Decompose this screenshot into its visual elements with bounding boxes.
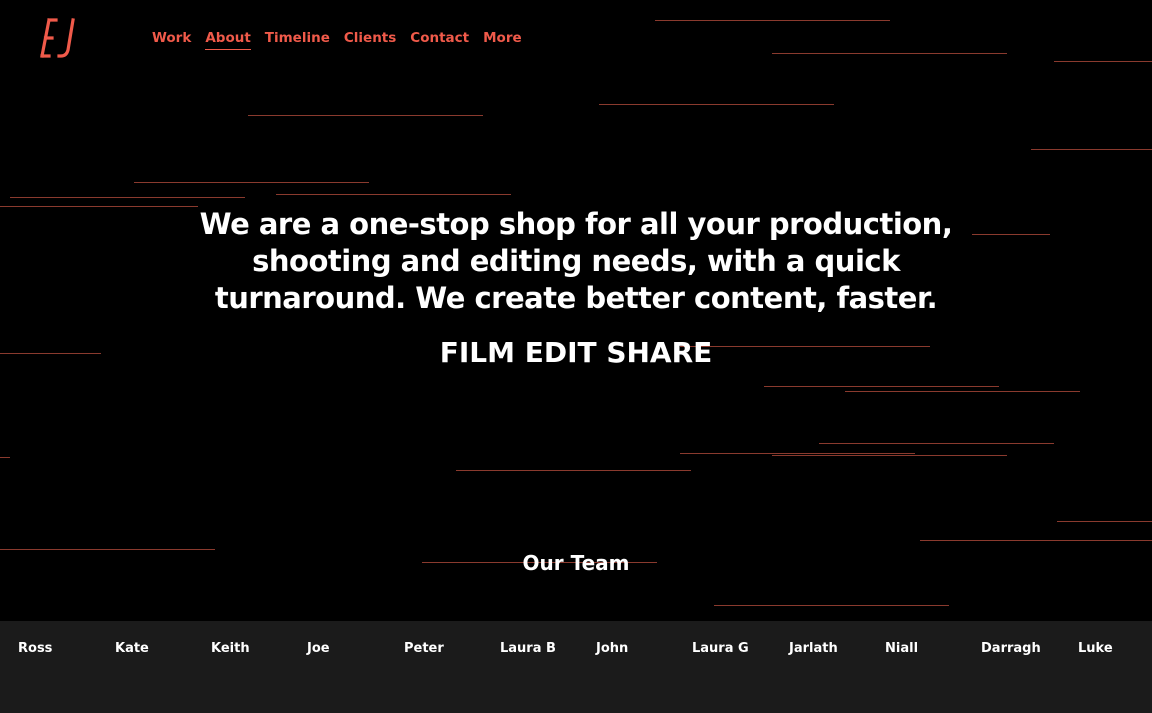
team-member-ross[interactable]: Ross — [18, 641, 52, 656]
team-member-laura-g[interactable]: Laura G — [692, 641, 749, 656]
nav-more[interactable]: More — [483, 30, 522, 50]
tagline: FILM EDIT SHARE — [439, 336, 713, 369]
team-member-niall[interactable]: Niall — [885, 641, 918, 656]
svg-text:EJ: EJ — [37, 14, 39, 15]
hero-statement: We are a one-stop shop for all your prod… — [199, 207, 953, 315]
team-member-joe[interactable]: Joe — [307, 641, 330, 656]
nav-about[interactable]: About — [205, 30, 251, 50]
team-member-peter[interactable]: Peter — [404, 641, 444, 656]
nav-timeline[interactable]: Timeline — [265, 30, 330, 50]
team-title: Our Team — [522, 551, 630, 575]
logo[interactable]: EJ — [37, 14, 79, 62]
team-member-keith[interactable]: Keith — [211, 641, 250, 656]
team-member-jarlath[interactable]: Jarlath — [789, 641, 838, 656]
main-nav: Work About Timeline Clients Contact More — [152, 30, 536, 50]
team-member-kate[interactable]: Kate — [115, 641, 149, 656]
nav-clients[interactable]: Clients — [344, 30, 396, 50]
team-member-luke[interactable]: Luke — [1078, 641, 1113, 656]
nav-work[interactable]: Work — [152, 30, 191, 50]
team-member-bar: Ross Kate Keith Joe Peter Laura B John L… — [0, 621, 1152, 713]
nav-contact[interactable]: Contact — [410, 30, 469, 50]
team-member-john[interactable]: John — [596, 641, 628, 656]
team-member-darragh[interactable]: Darragh — [981, 641, 1041, 656]
team-member-laura-b[interactable]: Laura B — [500, 641, 556, 656]
